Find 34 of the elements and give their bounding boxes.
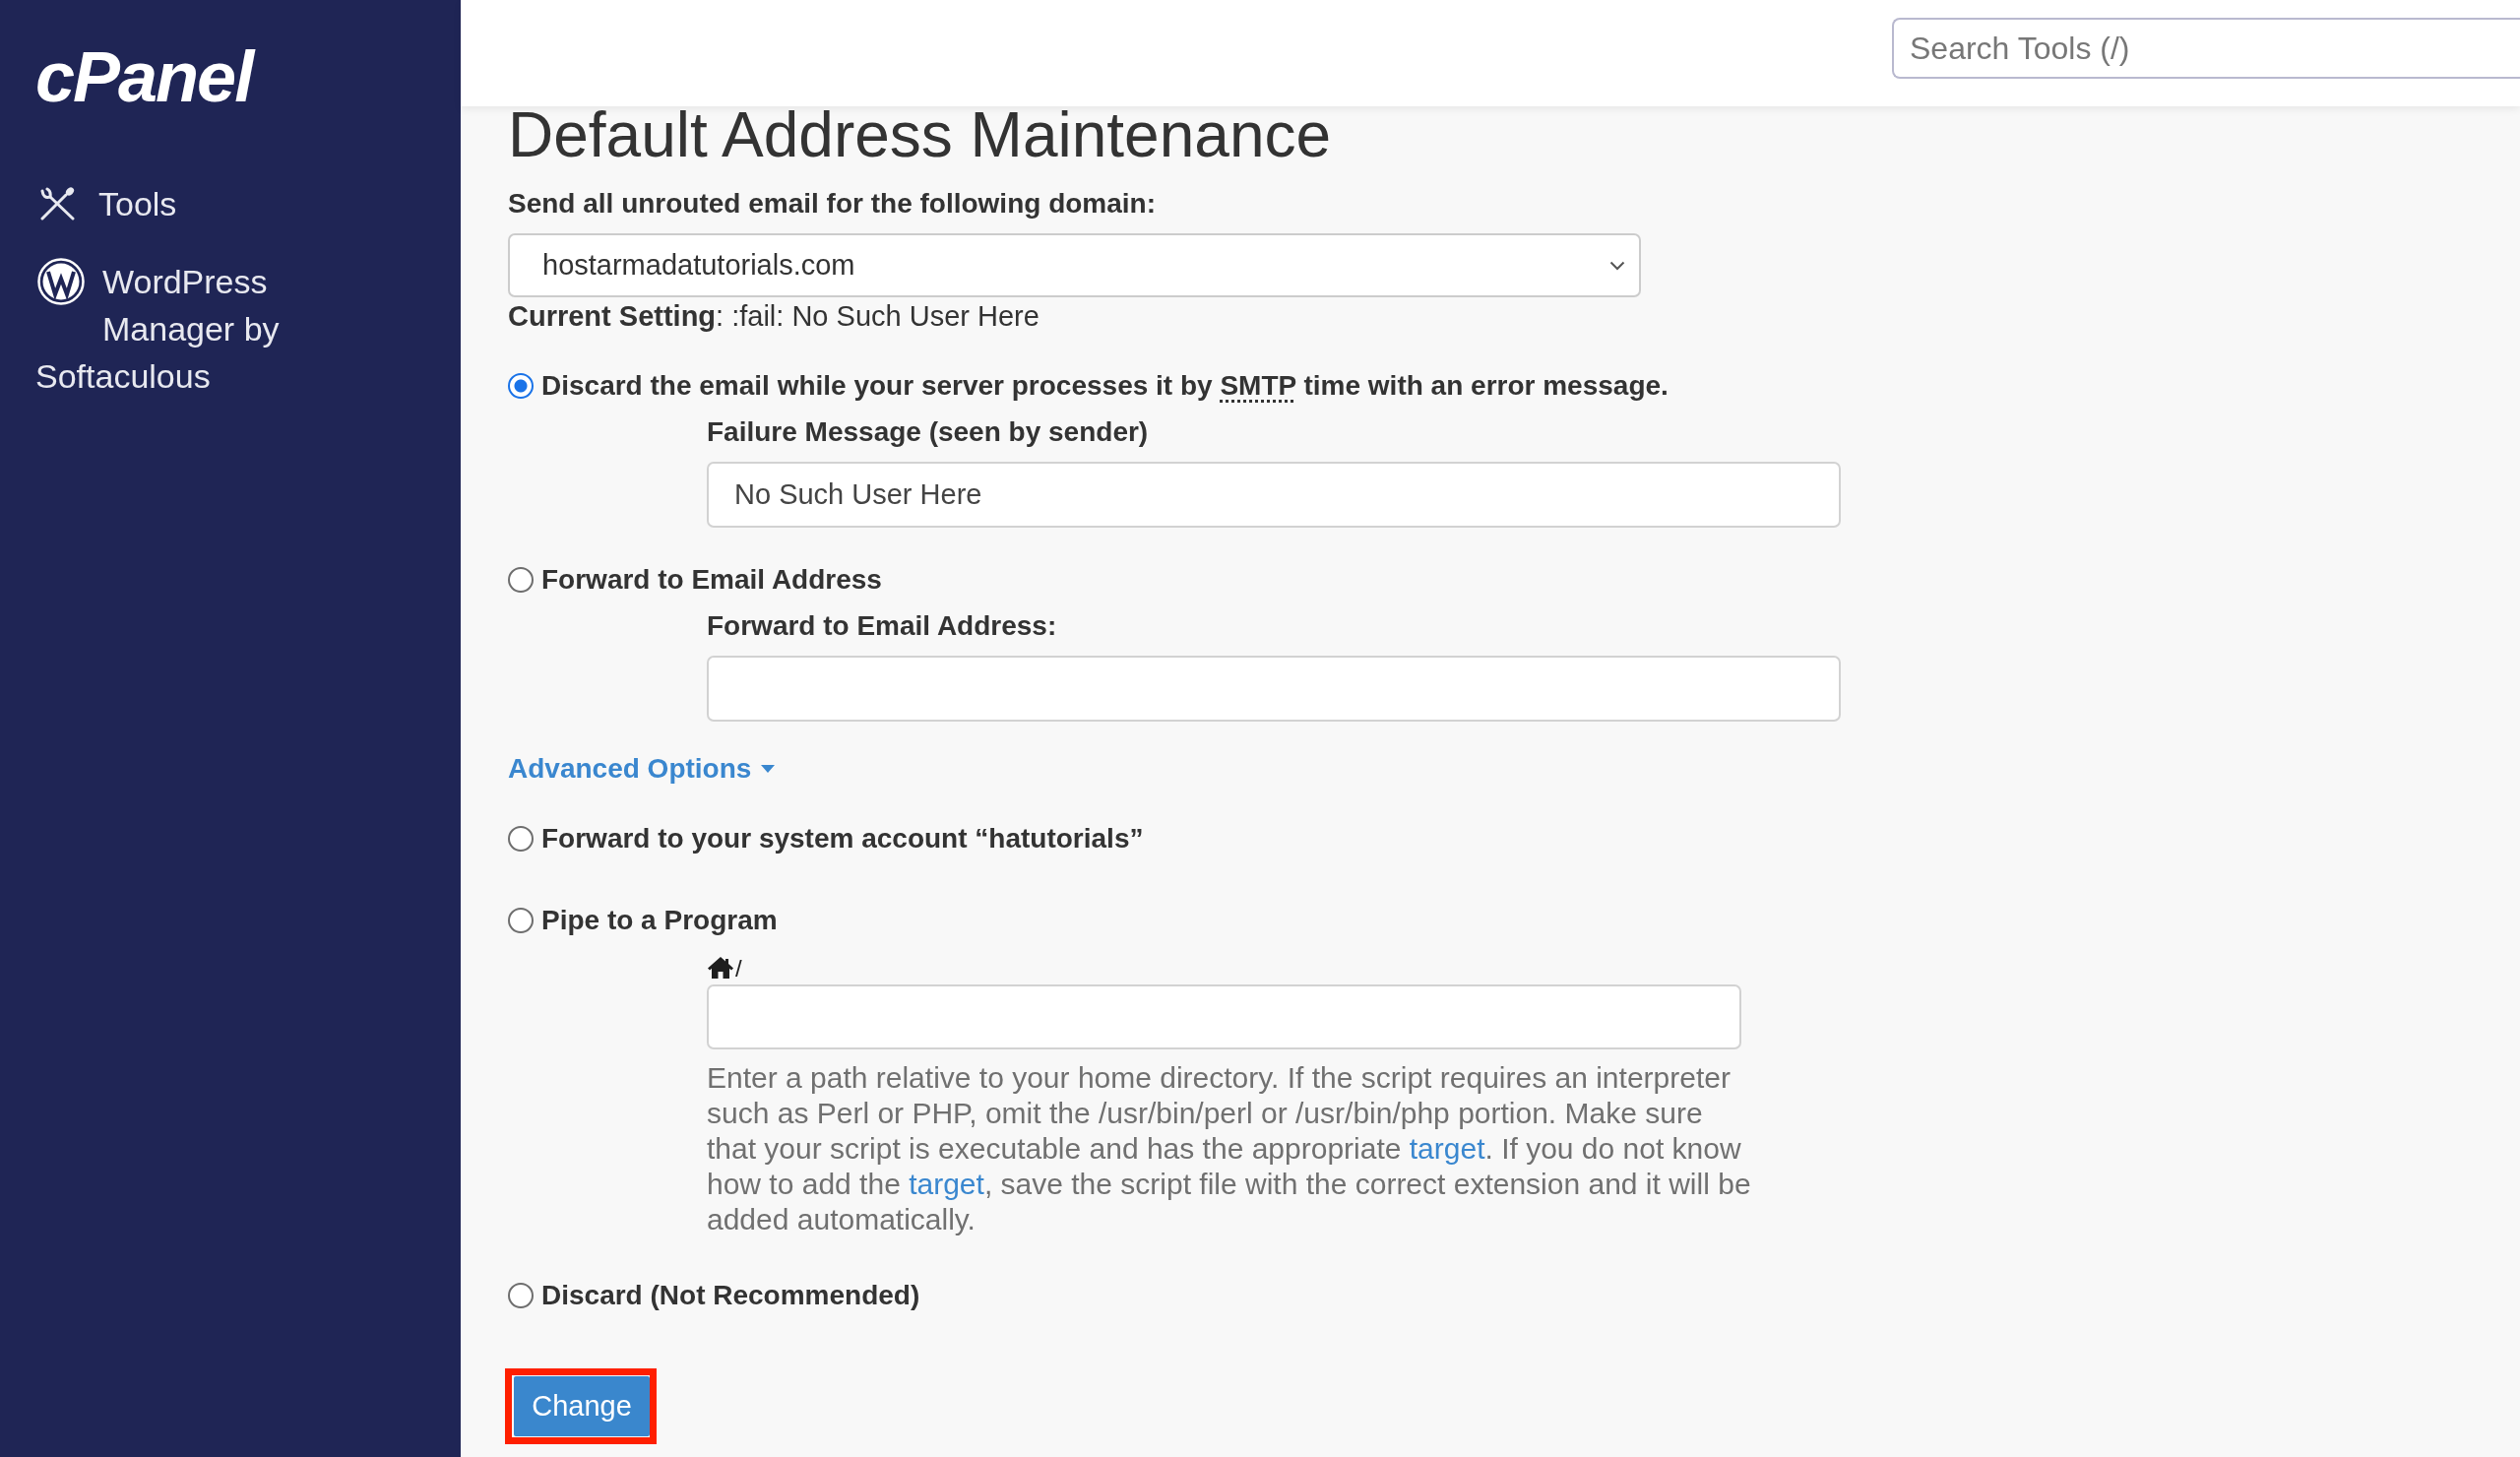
logo[interactable]: cPanel [35,41,253,112]
path-prefix: / [735,955,742,982]
option-label[interactable]: Discard the email while your server processes it by SMTP time with an error message. [541,368,1669,404]
text-field[interactable] [707,656,1841,722]
option-label[interactable]: Forward to your system account “hatutorials” [541,821,1144,856]
text-field[interactable]: No Such User Here [707,462,1841,528]
radio-button[interactable] [508,908,534,933]
field-label: Forward to Email Address: [707,609,1057,643]
option-label[interactable]: Forward to Email Address [541,562,882,598]
domain-select[interactable]: hostarmadatutorials.com [508,233,1641,297]
option-label[interactable]: Discard (Not Recommended) [541,1278,920,1313]
radio-button[interactable] [508,567,534,593]
option-label[interactable]: Pipe to a Program [541,903,778,938]
search-field[interactable]: Search Tools (/) [1892,18,2520,79]
domain-label: Send all unrouted email for the following domain: [508,187,1156,221]
page-title: Default Address Maintenance [508,107,1332,162]
help-link[interactable]: target [1409,1132,1485,1165]
chevron-down-icon [1609,260,1625,271]
advanced-options-link[interactable]: Advanced Options [508,751,776,787]
field-label: Failure Message (seen by sender) [707,415,1149,449]
current-setting: Current Setting: :fail: No Such User Here [508,299,1040,334]
sidebar-item[interactable]: WordPress Manager by Softaculous [35,258,331,400]
sidebar-item[interactable]: Tools [35,180,177,227]
tools-icon [39,187,76,221]
caret-down-icon [761,765,776,773]
path-field[interactable] [707,984,1741,1049]
radio-button[interactable] [508,373,534,399]
radio-button[interactable] [508,826,534,852]
change-button[interactable]: Change [514,1376,650,1436]
radio-button[interactable] [508,1283,534,1308]
help-text: Enter a path relative to your home directory. If the script requires an interpreter such as Perl or PHP, omit the /usr/bin/perl or /usr/bin/php portion. Make sure that your script is executable and has the appropriate target. If you do not know how to add the target, save the script file with the correct extension and it will be added automatically. [707,1060,1752,1237]
w-circle-icon [37,258,85,305]
home-icon [707,956,734,980]
help-link[interactable]: target [909,1168,984,1200]
